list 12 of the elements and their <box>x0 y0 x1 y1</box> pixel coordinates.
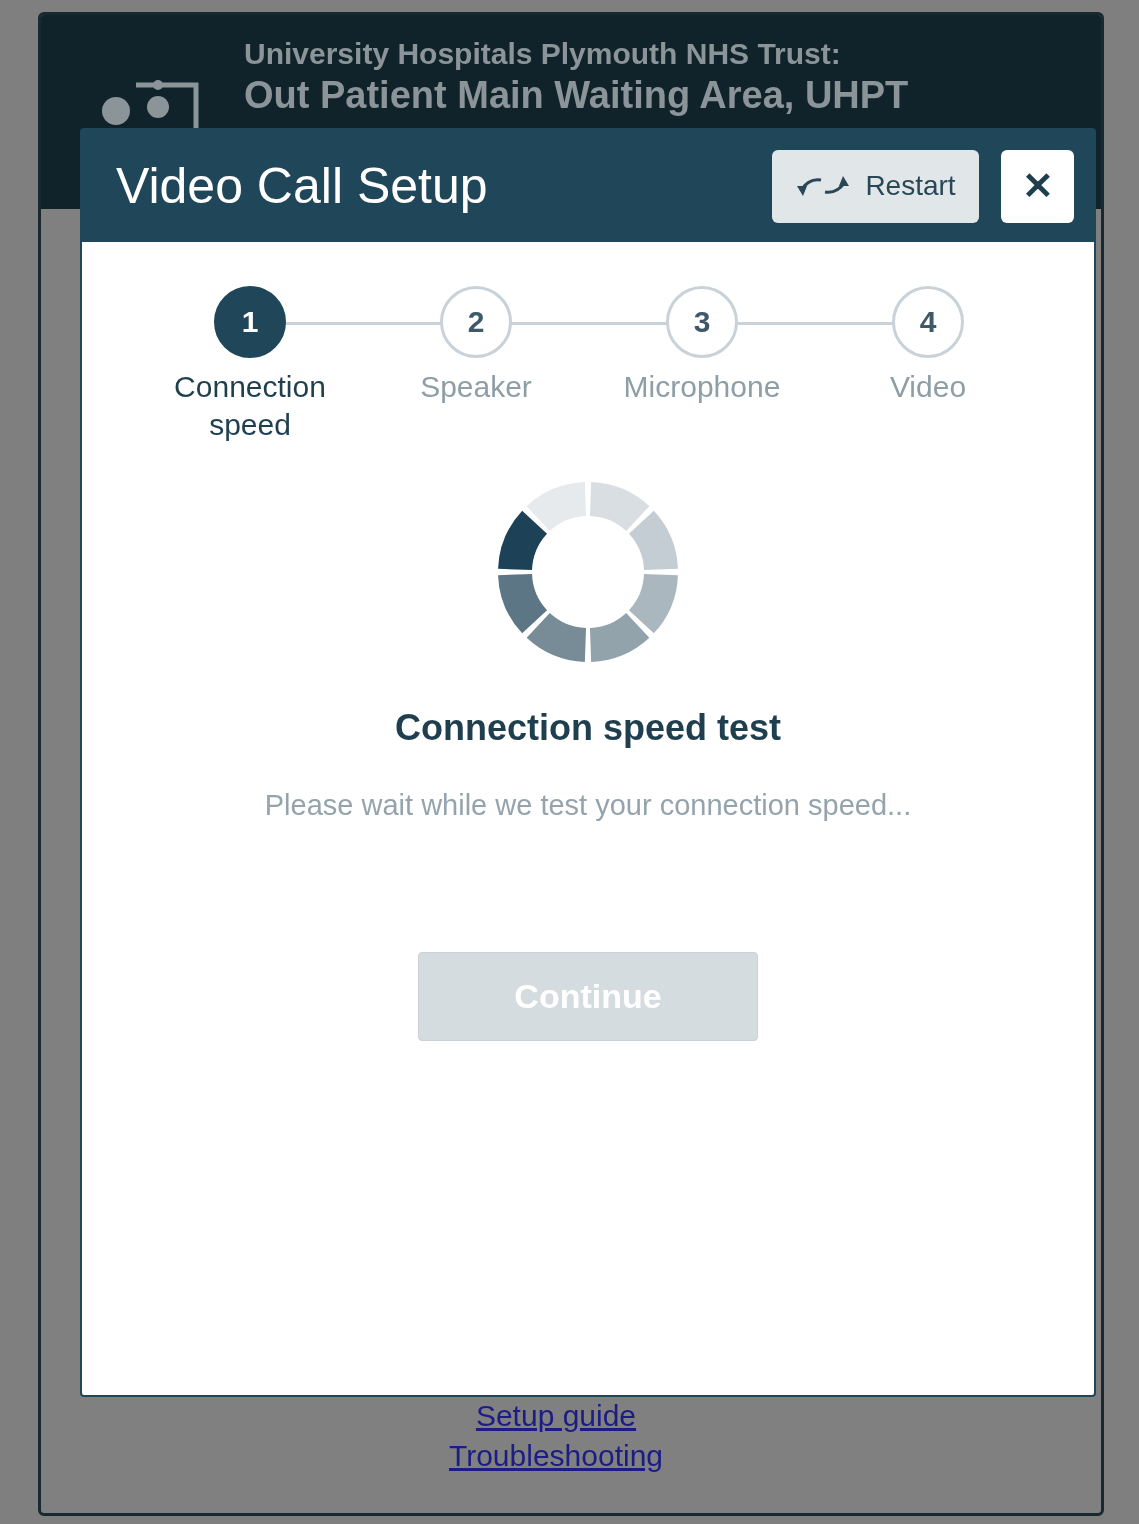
restart-button[interactable]: Restart <box>772 149 979 223</box>
wait-message: Please wait while we test your connection speed... <box>264 789 912 822</box>
close-button[interactable]: ✕ <box>1001 149 1074 223</box>
waiting-area-name: Out Patient Main Waiting Area, UHPT <box>244 75 909 117</box>
loading-spinner-icon <box>497 481 679 663</box>
step-tab[interactable]: 4 Video <box>815 286 1041 443</box>
step-tab[interactable]: 1 Connection speed <box>137 286 363 443</box>
organisation-name: University Hospitals Plymouth NHS Trust: <box>244 37 842 71</box>
test-heading: Connection speed test <box>394 707 782 749</box>
step-tab[interactable]: 3 Microphone <box>589 286 815 443</box>
dialog-title: Video Call Setup <box>116 157 489 215</box>
step-tab[interactable]: 2 Speaker <box>363 286 589 443</box>
